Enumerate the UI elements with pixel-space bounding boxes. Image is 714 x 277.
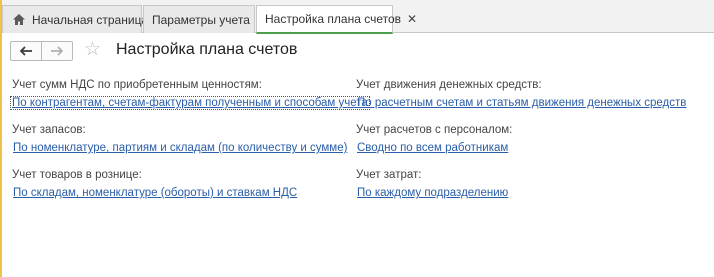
setting-personnel-label: Учет расчетов с персоналом: [356, 124, 513, 136]
setting-vat-link[interactable]: По контрагентам, счетам-фактурам получен… [10, 96, 370, 110]
setting-inventory: Учет запасов: По номенклатуре, партиям и… [12, 124, 348, 154]
tab-chart-of-accounts-settings[interactable]: Настройка плана счетов ✕ [256, 5, 417, 34]
tab-chart-of-accounts-settings-label: Настройка плана счетов [265, 12, 402, 26]
setting-retail-label: Учет товаров в рознице: [12, 169, 142, 181]
tab-accounting-parameters-label: Параметры учета [152, 12, 250, 27]
setting-inventory-label: Учет запасов: [12, 124, 86, 136]
left-accent-strip [0, 0, 2, 277]
setting-cash: Учет движения денежных средств: По расче… [356, 79, 687, 109]
forward-button[interactable] [41, 42, 72, 60]
setting-costs-link[interactable]: По каждому подразделению [356, 187, 509, 199]
tab-home-label: Начальная страница [32, 12, 149, 27]
favorite-star-icon[interactable]: ☆ [84, 40, 101, 60]
arrow-right-icon [51, 46, 64, 56]
arrow-left-icon [19, 46, 32, 56]
close-icon[interactable]: ✕ [407, 13, 417, 25]
page-title: Настройка плана счетов [116, 41, 298, 58]
home-icon [12, 13, 26, 26]
tab-bar: Начальная страница Параметры учета ✕ Нас… [2, 0, 714, 34]
setting-retail-link[interactable]: По складам, номенклатуре (обороты) и ста… [12, 187, 298, 199]
setting-cash-label: Учет движения денежных средств: [356, 79, 542, 91]
setting-retail: Учет товаров в рознице: По складам, номе… [12, 169, 298, 199]
setting-personnel: Учет расчетов с персоналом: Сводно по вс… [356, 124, 512, 154]
setting-personnel-link[interactable]: Сводно по всем работникам [356, 142, 509, 154]
setting-vat-label: Учет сумм НДС по приобретенным ценностям… [12, 79, 262, 91]
back-button[interactable] [11, 42, 41, 60]
setting-inventory-link[interactable]: По номенклатуре, партиям и складам (по к… [12, 142, 348, 154]
setting-cash-link[interactable]: По расчетным счетам и статьям движения д… [356, 97, 687, 109]
tab-accounting-parameters[interactable]: Параметры учета ✕ [143, 5, 266, 33]
tab-home[interactable]: Начальная страница [2, 5, 148, 33]
navigation-buttons [10, 41, 73, 61]
setting-costs: Учет затрат: По каждому подразделению [356, 169, 509, 199]
setting-costs-label: Учет затрат: [356, 169, 422, 181]
setting-vat: Учет сумм НДС по приобретенным ценностям… [10, 79, 370, 110]
